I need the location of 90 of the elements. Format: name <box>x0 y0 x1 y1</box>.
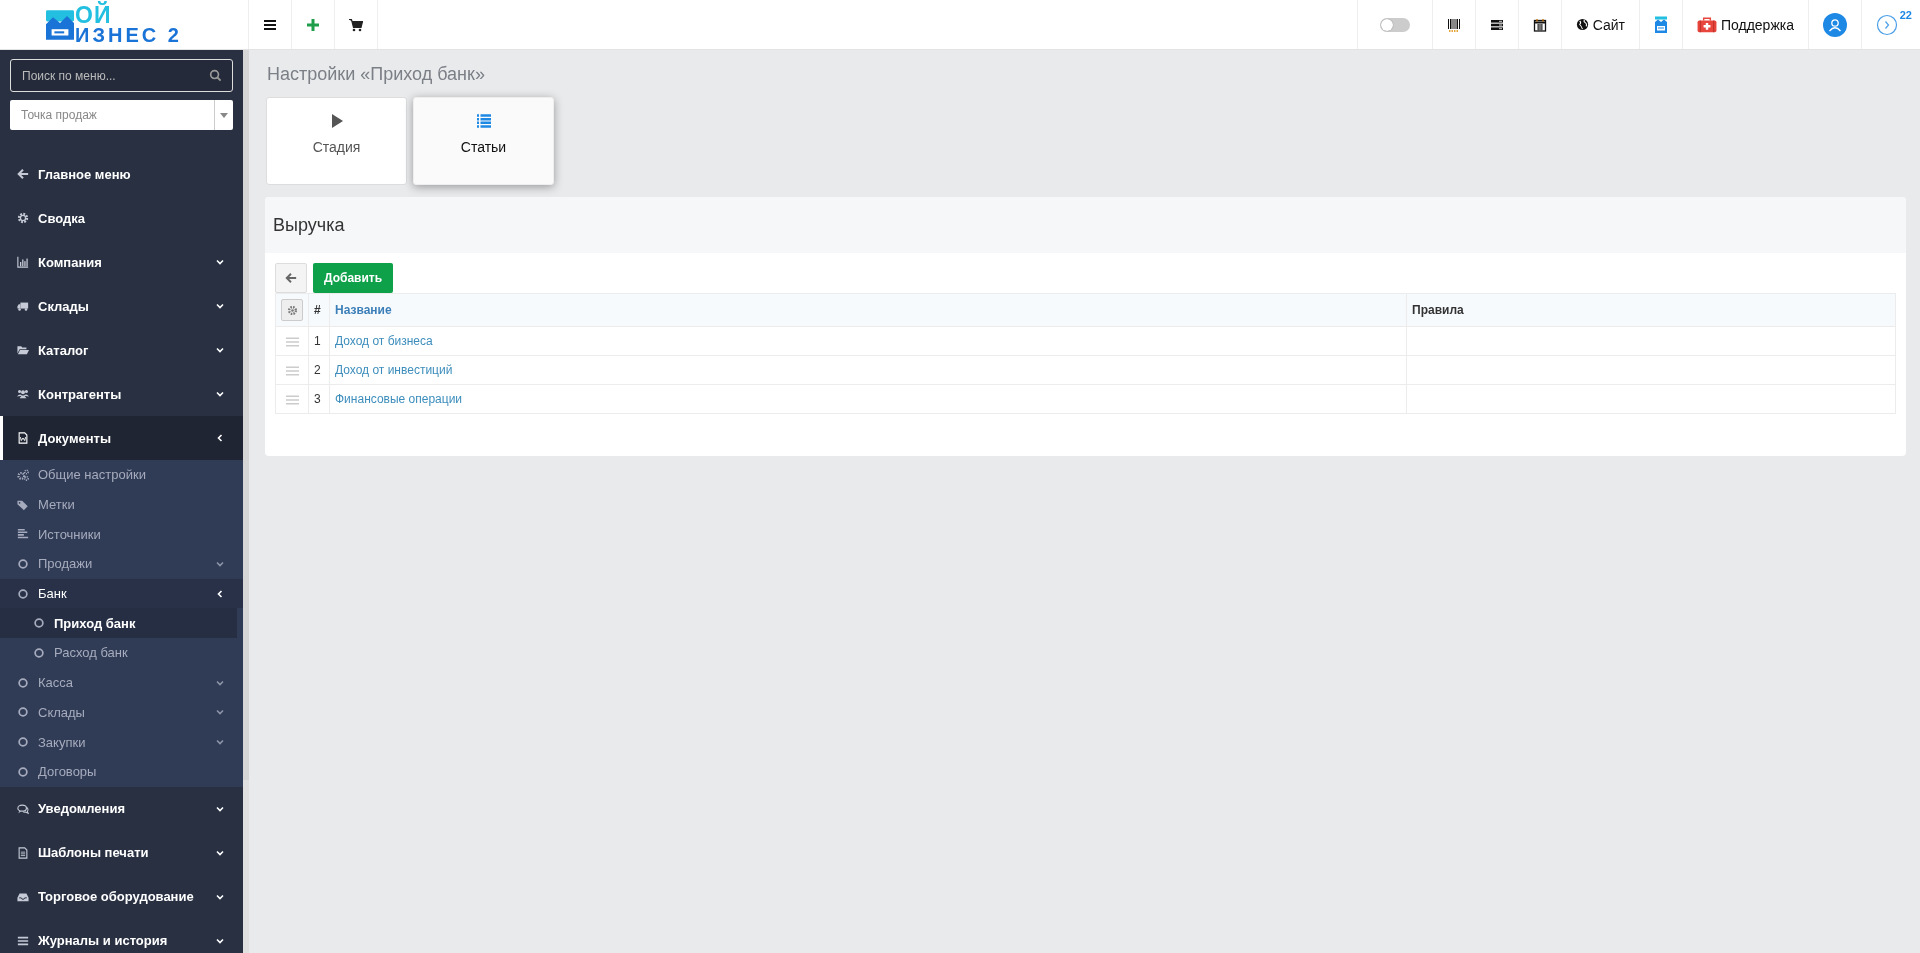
column-header[interactable]: Название <box>329 293 1407 327</box>
truck-icon <box>17 300 29 312</box>
page-title: Настройки «Приход банк» <box>267 64 486 85</box>
circle-icon <box>17 765 29 778</box>
sidebar-menu-item[interactable]: Касса <box>0 667 243 698</box>
sidebar-menu-item[interactable]: Уведомления <box>0 786 243 831</box>
logo[interactable]: ОЙ ИЗНЕС 2 <box>0 0 249 49</box>
notification-count: 22 <box>1899 8 1912 21</box>
chevron-down-icon <box>215 389 225 399</box>
circle-icon <box>33 646 45 659</box>
sidebar-menu-item[interactable]: Сводка <box>0 196 243 240</box>
table-cell: 1 <box>308 326 330 356</box>
settings-icon <box>17 212 29 224</box>
circle-icon <box>17 736 29 749</box>
sidebar-menu-item[interactable]: Шаблоны печати <box>0 830 243 875</box>
caret-icon <box>220 112 228 118</box>
server-icon[interactable] <box>1489 17 1504 32</box>
users-icon <box>17 388 29 400</box>
settings-icon <box>286 304 298 316</box>
sidebar-menu-item[interactable]: Контрагенты <box>0 372 243 416</box>
chevron-down-icon <box>215 257 225 267</box>
scrollbar[interactable] <box>243 50 249 780</box>
menu-search-field[interactable]: Поиск по меню... <box>10 59 233 92</box>
chevron-left-icon <box>215 433 225 443</box>
table-cell: 3 <box>308 384 330 414</box>
item-link[interactable]: Финансовые операции <box>335 392 463 406</box>
point-of-sale-select[interactable]: Точка продаж <box>10 100 233 130</box>
folder-icon <box>17 344 29 356</box>
tab[interactable]: Стадия <box>266 97 407 185</box>
bar-chart-icon <box>17 256 29 268</box>
cart-icon[interactable] <box>349 17 363 32</box>
barcode-icon[interactable] <box>1446 17 1461 32</box>
calendar-icon[interactable] <box>1532 17 1547 32</box>
sidebar-menu-item[interactable]: Главное меню <box>0 152 243 196</box>
sidebar-menu-item[interactable]: Закупки <box>0 727 243 757</box>
sidebar-menu-item[interactable]: Общие настройки <box>0 460 243 490</box>
settings-button[interactable] <box>281 299 303 321</box>
sidebar-menu-item[interactable]: Метки <box>0 489 243 520</box>
sidebar-menu-item[interactable]: Договоры <box>0 756 243 787</box>
sidebar-menu-item[interactable]: Торговое оборудование <box>0 874 243 919</box>
menu-icon <box>17 934 29 947</box>
drag-handle-icon[interactable] <box>285 336 299 347</box>
sidebar-menu-item[interactable]: Источники <box>0 519 243 550</box>
align-left-icon <box>17 528 29 541</box>
chevron-left-icon <box>215 588 225 599</box>
menu-icon[interactable] <box>263 17 277 32</box>
circle-icon <box>17 676 29 689</box>
sidebar-menu-item[interactable]: Склады <box>0 284 243 328</box>
sidebar-menu-item[interactable]: Компания <box>0 240 243 284</box>
document-icon <box>17 432 29 444</box>
tags-icon <box>17 498 29 511</box>
logo-text: ИЗНЕС 2 <box>75 25 182 45</box>
sidebar-menu-item[interactable]: Банк <box>0 578 243 609</box>
sidebar-menu-item[interactable]: Расход банк <box>0 638 243 668</box>
tab[interactable]: Статьи <box>413 97 554 185</box>
file-text-icon <box>17 846 29 859</box>
sidebar-menu-item[interactable]: Документы <box>0 416 243 460</box>
chevron-circle-icon[interactable] <box>1876 13 1898 36</box>
drag-handle-icon[interactable] <box>285 365 299 376</box>
table-cell: 2 <box>308 355 330 385</box>
circle-icon <box>17 557 29 570</box>
store-icon[interactable] <box>1653 14 1668 35</box>
sidebar-menu-item[interactable]: Приход банк <box>0 608 237 639</box>
gears-icon <box>17 468 29 481</box>
column-header: # <box>308 293 330 327</box>
list-icon <box>475 113 492 129</box>
sidebar-menu-item[interactable]: Продажи <box>0 549 243 579</box>
sidebar-menu-item[interactable]: Каталог <box>0 328 243 372</box>
circle-icon <box>17 706 29 719</box>
user-avatar-icon[interactable] <box>1823 12 1847 37</box>
chevron-down-icon <box>215 345 225 355</box>
panel-title: Выручка <box>273 214 345 236</box>
sidebar-menu-item[interactable]: Склады <box>0 697 243 728</box>
circle-icon <box>17 587 29 600</box>
back-button[interactable] <box>275 263 307 293</box>
first-aid-kit-icon <box>1696 16 1717 33</box>
item-link[interactable]: Доход от инвестиций <box>335 363 453 377</box>
plus-icon[interactable] <box>306 17 320 32</box>
chevron-down-icon <box>215 301 225 311</box>
search-icon <box>209 69 222 82</box>
sidebar-menu-item[interactable]: Журналы и история <box>0 918 243 953</box>
arrow-left-icon <box>17 168 29 180</box>
circle-icon <box>33 617 45 630</box>
drag-handle-icon[interactable] <box>285 394 299 405</box>
toggle-switch[interactable] <box>1379 17 1410 32</box>
item-link[interactable]: Доход от бизнеса <box>335 334 433 348</box>
column-header: Правила <box>1406 293 1896 327</box>
globe-icon <box>1575 18 1589 31</box>
comments-icon <box>17 802 29 815</box>
arrow-left-icon <box>285 272 297 284</box>
